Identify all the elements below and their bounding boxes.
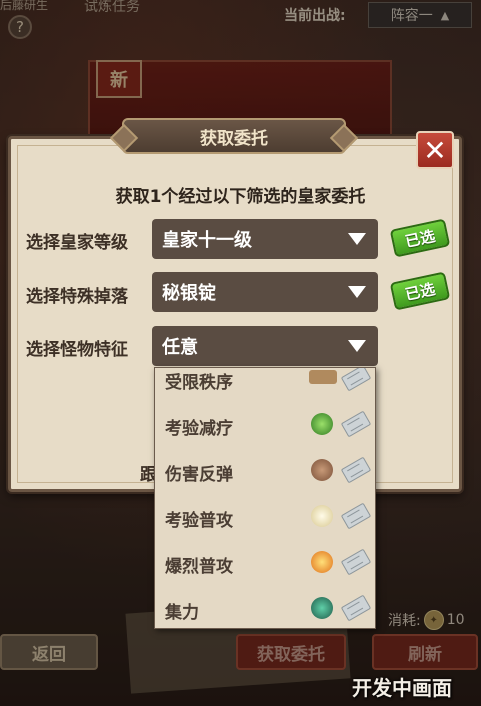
list-item[interactable]: 集力 bbox=[155, 588, 375, 628]
option-label: 爆烈普攻 bbox=[165, 557, 233, 577]
drop-value: 秘银锭 bbox=[162, 283, 216, 304]
close-icon[interactable]: ✕ bbox=[416, 131, 454, 169]
option-label: 考验减疗 bbox=[165, 419, 233, 439]
level-value: 皇家十一级 bbox=[162, 230, 252, 251]
option-label: 受限秩序 bbox=[165, 373, 233, 393]
ticket-icon bbox=[340, 548, 372, 576]
green-orb-icon bbox=[311, 413, 333, 435]
drop-label: 选择特殊掉落 bbox=[26, 287, 128, 307]
drop-select[interactable]: 秘银锭 bbox=[152, 272, 378, 312]
monster-trait-list[interactable]: 受限秩序 考验减疗 伤害反弹 考验普攻 爆烈普攻 集力 bbox=[154, 367, 376, 629]
level-select[interactable]: 皇家十一级 bbox=[152, 219, 378, 259]
fire-icon bbox=[311, 551, 333, 573]
list-item[interactable]: 爆烈普攻 bbox=[155, 542, 375, 588]
monster-value: 任意 bbox=[162, 337, 198, 358]
monster-select[interactable]: 任意 bbox=[152, 326, 378, 366]
option-label: 集力 bbox=[165, 603, 199, 623]
ticket-icon bbox=[340, 456, 372, 484]
level-label: 选择皇家等级 bbox=[26, 233, 128, 253]
list-item[interactable]: 受限秩序 bbox=[155, 368, 375, 404]
teal-crystal-icon bbox=[311, 597, 333, 619]
ticket-icon bbox=[340, 594, 372, 622]
dev-watermark: 开发中画面 bbox=[352, 676, 452, 700]
option-label: 伤害反弹 bbox=[165, 465, 233, 485]
dropdown-arrow-icon bbox=[348, 340, 366, 352]
ticket-icon bbox=[340, 410, 372, 438]
ticket-icon bbox=[340, 368, 372, 392]
dropdown-arrow-icon bbox=[348, 286, 366, 298]
list-item[interactable]: 考验减疗 bbox=[155, 404, 375, 450]
dialog-headline: 获取1个经过以下筛选的皇家委托 bbox=[115, 187, 366, 207]
scroll-icon bbox=[309, 370, 337, 384]
dropdown-arrow-icon bbox=[348, 233, 366, 245]
list-item[interactable]: 考验普攻 bbox=[155, 496, 375, 542]
list-item[interactable]: 伤害反弹 bbox=[155, 450, 375, 496]
crescent-icon bbox=[311, 505, 333, 527]
dialog-title: 获取委托 bbox=[122, 118, 346, 154]
ticket-icon bbox=[340, 502, 372, 530]
monster-label: 选择怪物特征 bbox=[26, 340, 128, 360]
option-label: 考验普攻 bbox=[165, 511, 233, 531]
spiked-shell-icon bbox=[311, 459, 333, 481]
